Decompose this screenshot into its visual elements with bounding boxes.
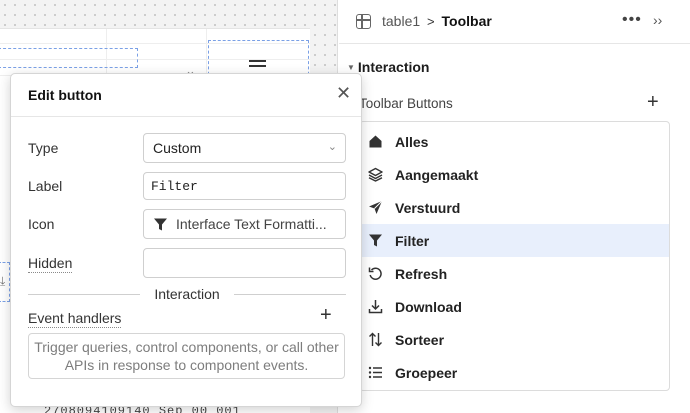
download-icon xyxy=(368,299,383,314)
filter-icon xyxy=(368,233,383,248)
label-row: Label Filter xyxy=(28,171,348,201)
icon-select[interactable]: Interface Text Formatti... xyxy=(143,209,346,239)
download-icon: ⤓ xyxy=(0,274,6,288)
filter-icon xyxy=(153,217,168,232)
table-icon xyxy=(356,14,371,29)
send-icon xyxy=(368,200,383,215)
double-chevron-right-icon[interactable]: ›› xyxy=(653,12,662,28)
label-input[interactable]: Filter xyxy=(143,172,346,200)
hamburger-icon xyxy=(249,60,266,70)
toolbar-item-sorteer[interactable]: Sorteer xyxy=(360,323,669,356)
toolbar-item-label: Refresh xyxy=(395,265,448,282)
type-select-value: Custom xyxy=(153,140,202,156)
breadcrumb: table1 > Toolbar xyxy=(382,13,492,29)
section-title: Interaction xyxy=(357,59,430,75)
edit-button-modal: Edit button ✕ Type Custom ⌄ Label Filter… xyxy=(10,73,362,407)
list-icon xyxy=(368,365,383,380)
icon-label: Icon xyxy=(28,216,55,232)
hidden-input[interactable] xyxy=(143,248,346,278)
breadcrumb-current: Toolbar xyxy=(441,13,492,29)
add-event-handler-icon[interactable]: + xyxy=(320,305,332,325)
layers-icon xyxy=(368,167,383,182)
chevron-down-icon: ⌄ xyxy=(327,141,337,153)
close-icon[interactable]: ✕ xyxy=(336,83,351,104)
event-handlers-label: Event handlers xyxy=(28,310,122,328)
toolbar-buttons-label: Toolbar Buttons xyxy=(359,96,453,111)
inspector-header: table1 > Toolbar ••• ›› xyxy=(339,0,690,44)
breadcrumb-separator: > xyxy=(427,14,435,29)
toolbar-item-aangemaakt[interactable]: Aangemaakt xyxy=(360,158,669,191)
label-label: Label xyxy=(28,178,63,194)
modal-title: Edit button xyxy=(28,87,102,103)
toolbar-item-label: Groepeer xyxy=(395,364,458,381)
hidden-row: Hidden xyxy=(28,248,348,278)
toolbar-item-filter[interactable]: Filter xyxy=(360,224,669,257)
toolbar-item-label: Aangemaakt xyxy=(395,166,479,183)
hidden-label: Hidden xyxy=(28,255,73,273)
toolbar-item-verstuurd[interactable]: Verstuurd xyxy=(360,191,669,224)
toolbar-item-groepeer[interactable]: Groepeer xyxy=(360,356,669,389)
toolbar-buttons-list: Alles Aangemaakt Verstuurd Filter Refres… xyxy=(359,121,670,391)
breadcrumb-parent[interactable]: table1 xyxy=(382,13,420,29)
interaction-divider: Interaction xyxy=(28,286,346,302)
refresh-icon xyxy=(368,266,383,281)
toolbar-item-label: Alles xyxy=(395,133,429,150)
event-handlers-empty[interactable]: Trigger queries, control components, or … xyxy=(28,333,345,379)
sort-icon xyxy=(368,332,383,347)
type-label: Type xyxy=(28,140,59,156)
toolbar-item-label: Verstuurd xyxy=(395,199,461,216)
toolbar-item-alles[interactable]: Alles xyxy=(360,125,669,158)
toolbar-item-download[interactable]: Download xyxy=(360,290,669,323)
inspector-panel: table1 > Toolbar ••• ›› ▼ Interaction Too… xyxy=(339,0,690,413)
modal-header: Edit button ✕ xyxy=(11,74,361,117)
type-select[interactable]: Custom ⌄ xyxy=(143,133,346,163)
icon-select-value: Interface Text Formatti... xyxy=(176,216,327,232)
add-toolbar-button-icon[interactable]: + xyxy=(647,92,659,112)
toolbar-item-label: Sorteer xyxy=(395,331,445,348)
icon-row: Icon Interface Text Formatti... xyxy=(28,209,348,239)
toolbar-item-label: Filter xyxy=(395,232,430,249)
toolbar-item-label: Download xyxy=(395,298,462,315)
selection-outline xyxy=(0,48,138,68)
ellipsis-icon[interactable]: ••• xyxy=(622,11,642,29)
type-row: Type Custom ⌄ xyxy=(28,133,348,163)
home-icon xyxy=(368,134,383,149)
toolbar-item-refresh[interactable]: Refresh xyxy=(360,257,669,290)
section-interaction[interactable]: ▼ Interaction xyxy=(347,59,430,75)
caret-down-icon: ▼ xyxy=(347,63,355,72)
